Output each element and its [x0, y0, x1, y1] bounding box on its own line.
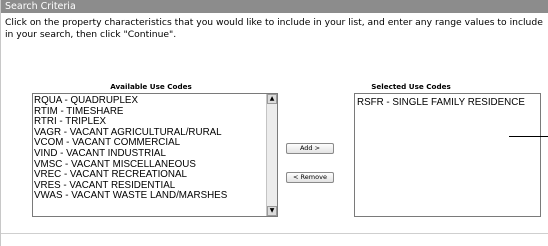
list-item[interactable]: RSFR - SINGLE FAMILY RESIDENCE	[356, 97, 540, 109]
remove-button[interactable]: < Remove	[286, 172, 334, 183]
search-criteria-panel: Search Criteria Click on the property ch…	[0, 0, 548, 246]
scroll-down-arrow-icon[interactable]: ▼	[267, 206, 277, 216]
scroll-up-arrow-icon[interactable]: ▲	[267, 94, 277, 104]
add-button[interactable]: Add >	[286, 143, 334, 154]
panel-title: Search Criteria	[1, 0, 548, 13]
list-item[interactable]: RQUA - QUADRUPLEX	[33, 95, 277, 107]
selected-use-codes-heading: Selected Use Codes	[371, 82, 451, 91]
list-item[interactable]: VIND - VACANT INDUSTRIAL	[33, 148, 277, 160]
selected-items: RSFR - SINGLE FAMILY RESIDENCE	[355, 94, 540, 109]
instructions-text: Click on the property characteristics th…	[5, 17, 543, 40]
available-use-codes-heading: Available Use Codes	[110, 82, 192, 91]
available-list-scrollbar[interactable]: ▲ ▼	[266, 94, 277, 216]
selected-use-codes-listbox[interactable]: RSFR - SINGLE FAMILY RESIDENCE	[354, 93, 541, 217]
available-items: RQUA - QUADRUPLEX RTIM - TIMESHARE RTRI - …	[33, 94, 277, 202]
available-use-codes-listbox[interactable]: RQUA - QUADRUPLEX RTIM - TIMESHARE RTRI - …	[32, 93, 278, 217]
pointer-line	[509, 136, 548, 137]
bottom-rule	[1, 233, 548, 234]
list-item[interactable]: VWAS - VACANT WASTE LAND/MARSHES	[33, 191, 277, 202]
